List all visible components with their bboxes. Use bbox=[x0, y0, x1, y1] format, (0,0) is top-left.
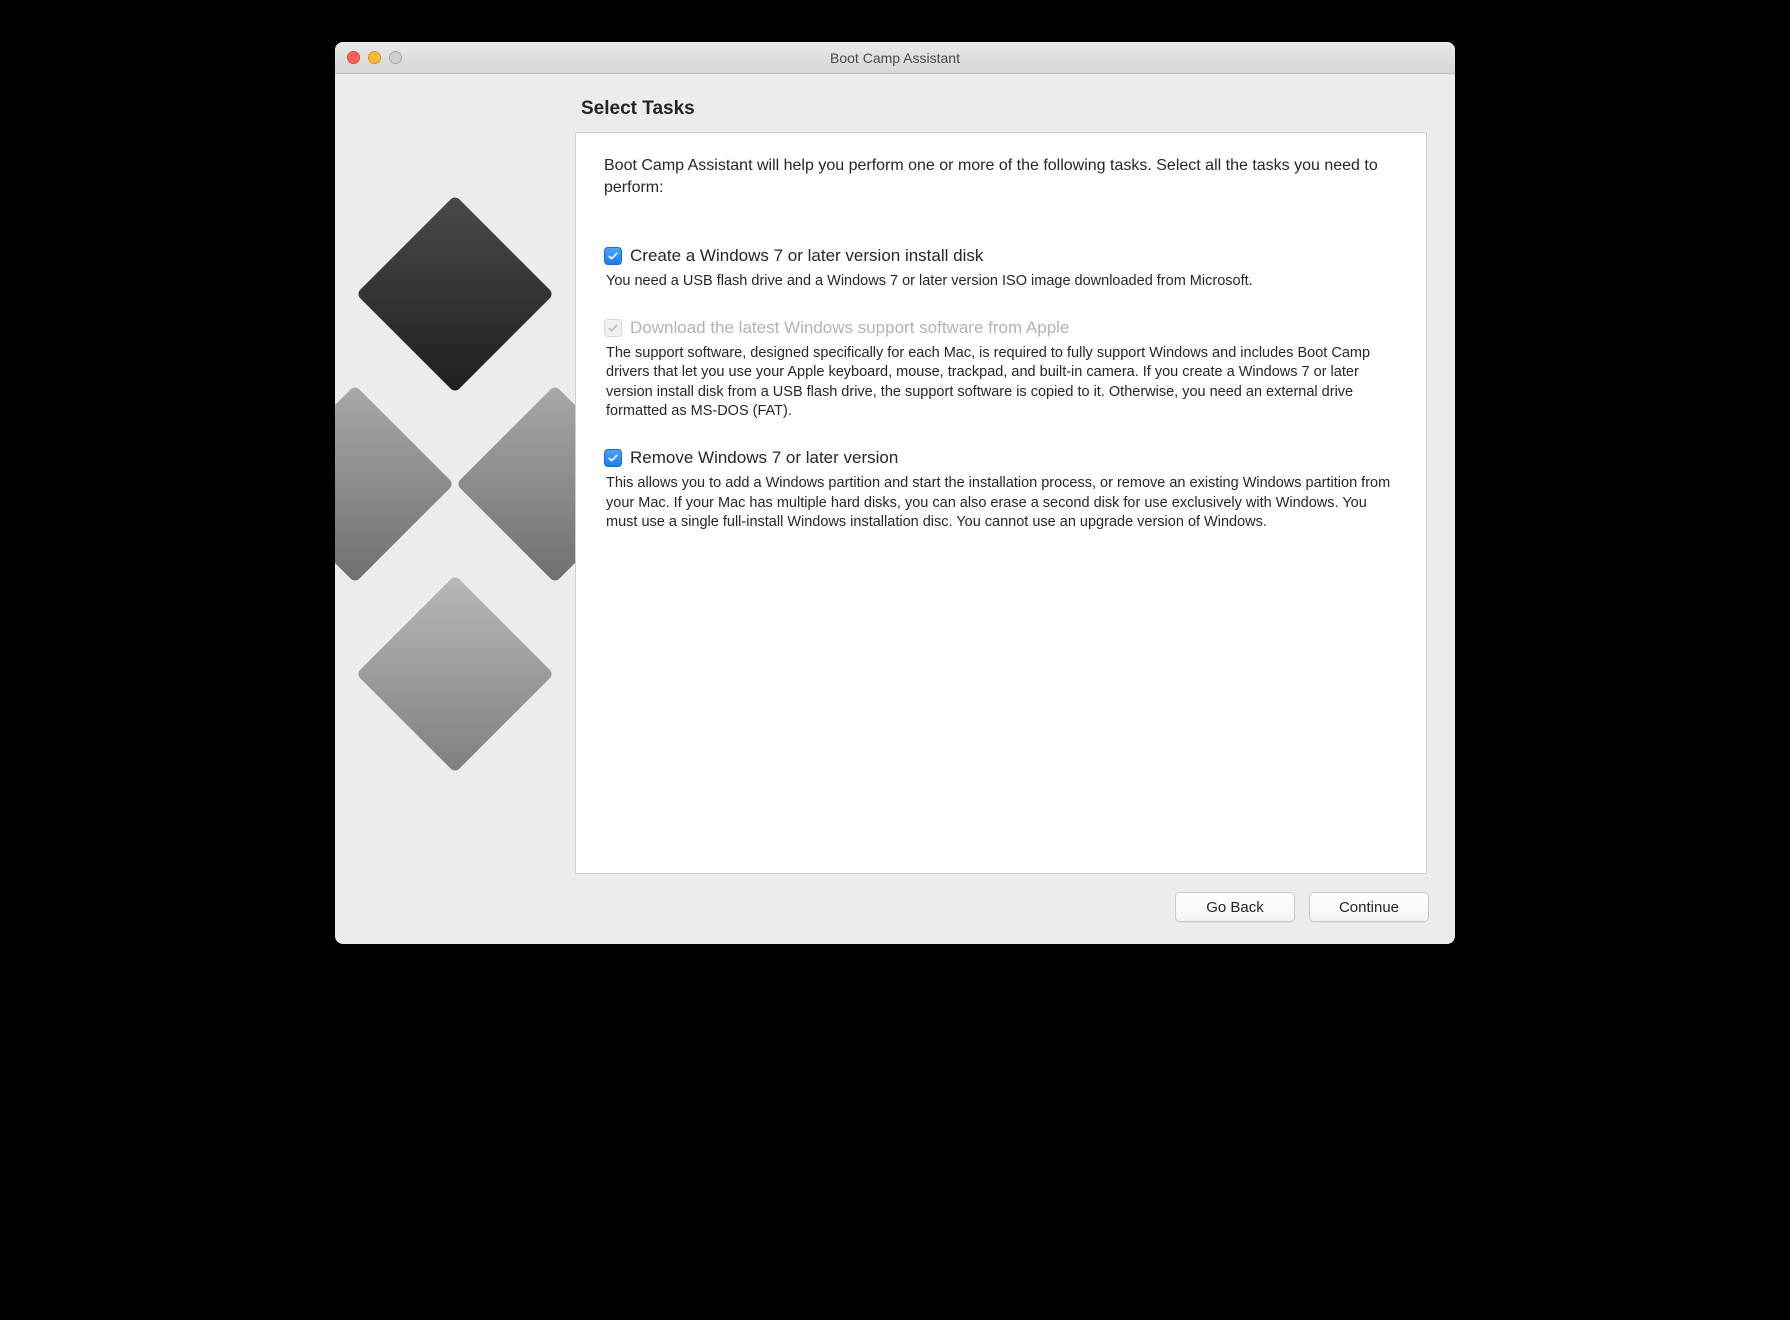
diamond-right-icon bbox=[456, 385, 575, 583]
checkmark-icon bbox=[607, 250, 619, 262]
checkbox-download-support-software bbox=[604, 319, 622, 337]
task-download-support-software: Download the latest Windows support soft… bbox=[604, 318, 1398, 422]
checkmark-icon bbox=[607, 322, 619, 334]
continue-button[interactable]: Continue bbox=[1309, 892, 1429, 922]
main-content: Select Tasks Boot Camp Assistant will he… bbox=[575, 74, 1455, 874]
close-icon[interactable] bbox=[347, 51, 360, 64]
checkmark-icon bbox=[607, 452, 619, 464]
traffic-lights bbox=[347, 51, 402, 64]
button-row: Go Back Continue bbox=[335, 874, 1455, 944]
assistant-window: Boot Camp Assistant Select Tasks Boot Ca… bbox=[335, 42, 1455, 944]
diamond-bottom-icon bbox=[356, 575, 554, 773]
task-head: Remove Windows 7 or later version bbox=[604, 448, 1398, 468]
task-description: You need a USB flash drive and a Windows… bbox=[606, 272, 1398, 292]
checkbox-remove-windows[interactable] bbox=[604, 449, 622, 467]
task-description: This allows you to add a Windows partiti… bbox=[606, 474, 1398, 533]
go-back-button[interactable]: Go Back bbox=[1175, 892, 1295, 922]
task-label: Download the latest Windows support soft… bbox=[630, 318, 1069, 338]
task-head: Download the latest Windows support soft… bbox=[604, 318, 1398, 338]
zoom-icon bbox=[389, 51, 402, 64]
window-body: Select Tasks Boot Camp Assistant will he… bbox=[335, 74, 1455, 874]
checkbox-create-install-disk[interactable] bbox=[604, 247, 622, 265]
sidebar bbox=[335, 74, 575, 874]
window-title: Boot Camp Assistant bbox=[335, 50, 1455, 66]
bootcamp-icon bbox=[335, 194, 575, 794]
diamond-left-icon bbox=[335, 385, 454, 583]
content-box: Boot Camp Assistant will help you perfor… bbox=[575, 132, 1427, 874]
minimize-icon[interactable] bbox=[368, 51, 381, 64]
task-label: Remove Windows 7 or later version bbox=[630, 448, 898, 468]
diamond-top-icon bbox=[356, 195, 554, 393]
task-head: Create a Windows 7 or later version inst… bbox=[604, 246, 1398, 266]
task-label: Create a Windows 7 or later version inst… bbox=[630, 246, 983, 266]
task-create-install-disk: Create a Windows 7 or later version inst… bbox=[604, 246, 1398, 292]
page-title: Select Tasks bbox=[581, 98, 1427, 120]
intro-text: Boot Camp Assistant will help you perfor… bbox=[604, 155, 1398, 198]
titlebar[interactable]: Boot Camp Assistant bbox=[335, 42, 1455, 74]
task-description: The support software, designed specifica… bbox=[606, 344, 1398, 422]
task-remove-windows: Remove Windows 7 or later version This a… bbox=[604, 448, 1398, 533]
